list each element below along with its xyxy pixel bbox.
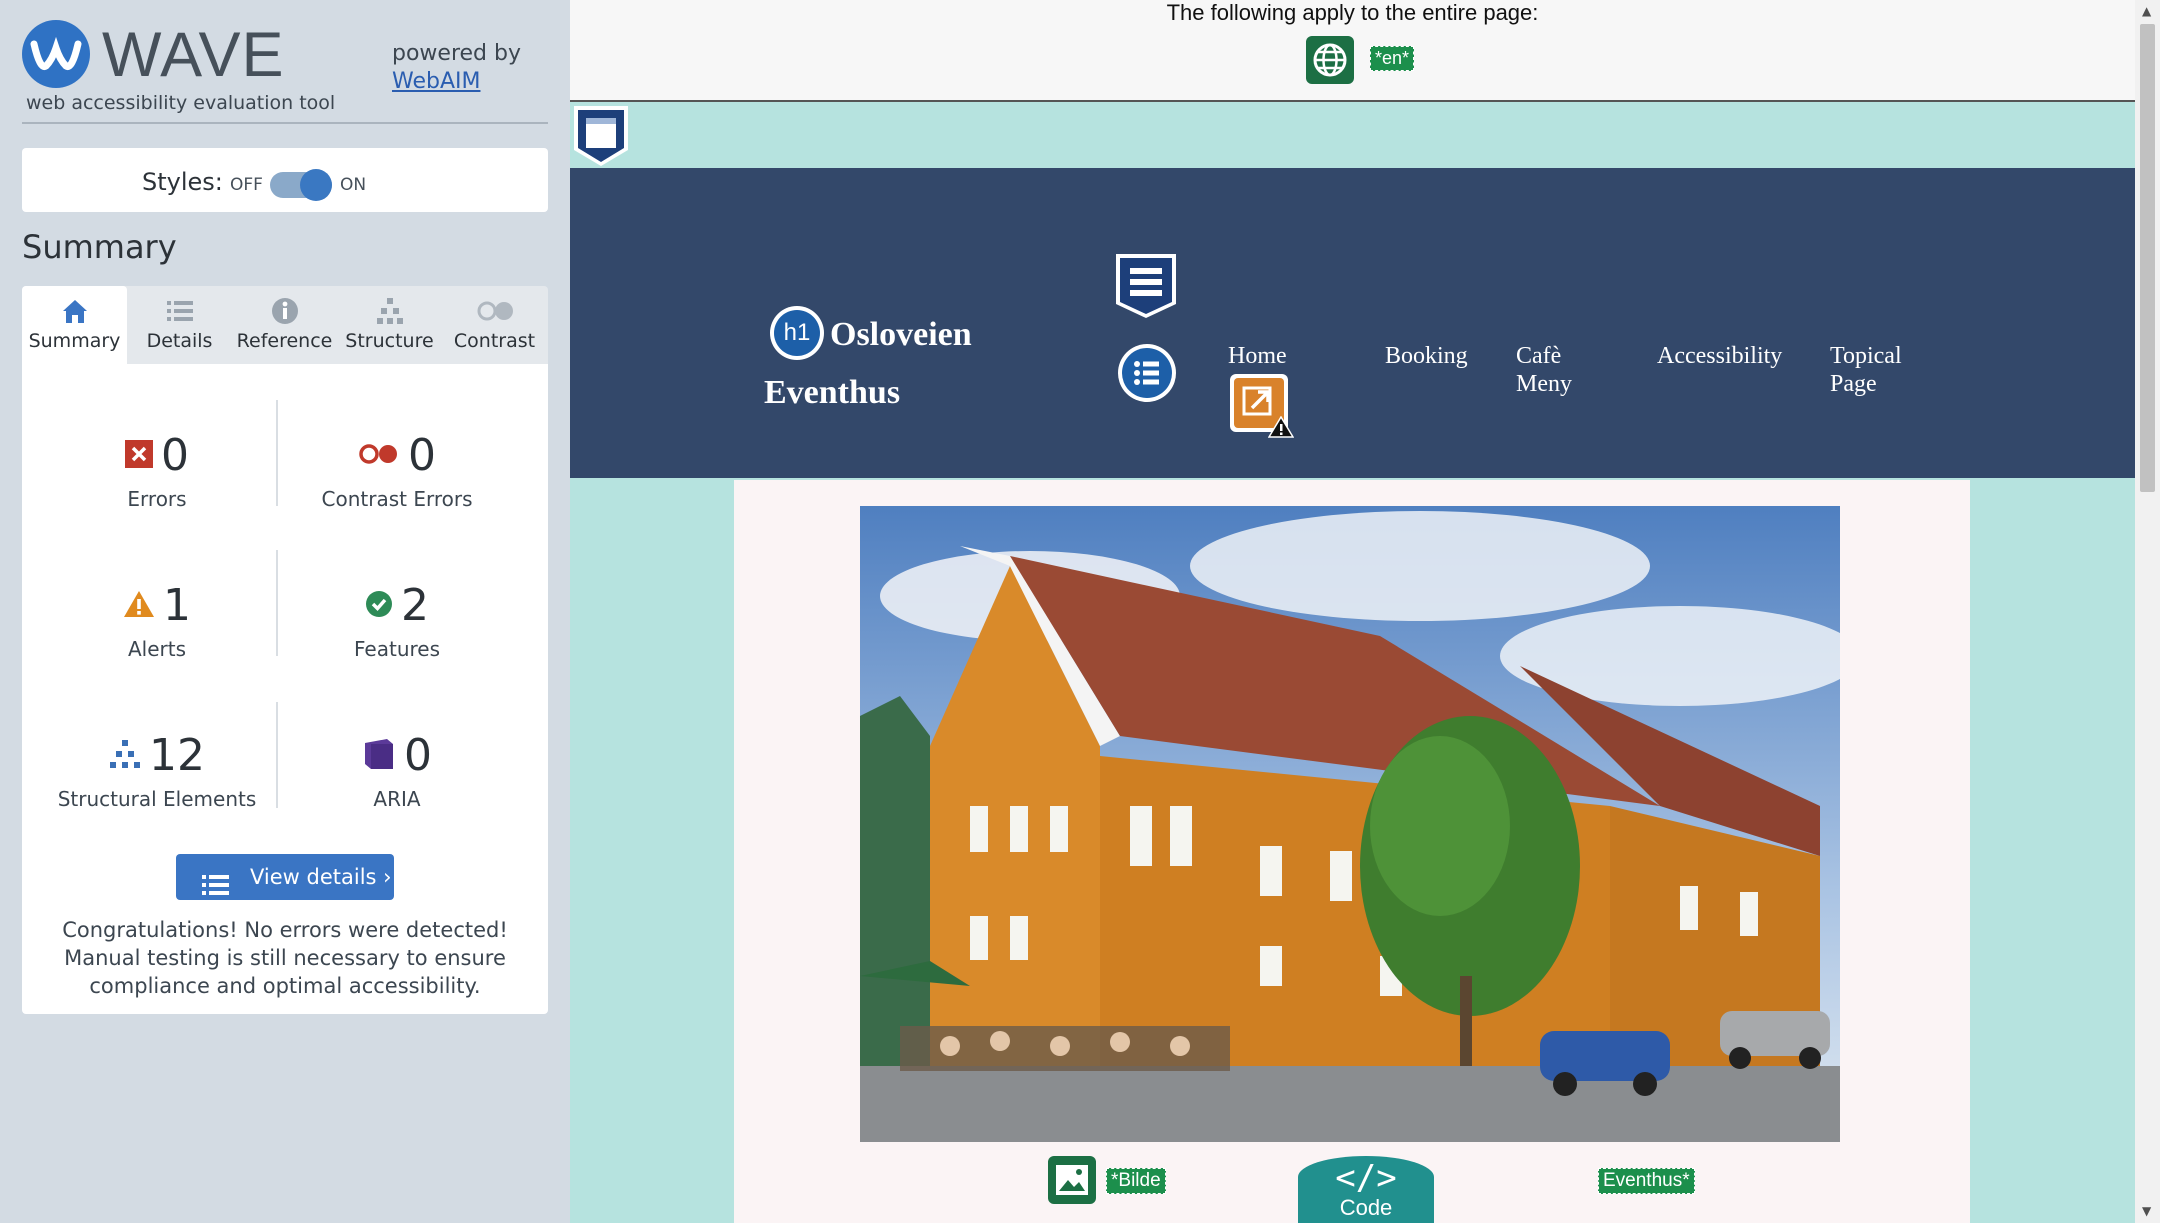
list-icon [127,296,232,326]
code-label: Code [1339,1195,1393,1220]
error-icon [125,439,153,472]
styles-toggle[interactable] [270,169,332,201]
page-scrollbar[interactable]: ▲ ▼ [2135,0,2160,1223]
stat-alerts[interactable]: 1 Alerts [37,580,277,661]
powered-by-label: powered by [392,41,521,66]
errors-label: Errors [127,487,187,511]
wave-sidebar: WAVE web accessibility evaluation tool p… [0,0,570,1223]
alert-icon [123,590,155,622]
page-level-text: The following apply to the entire page: [1166,0,1539,25]
language-globe-icon[interactable] [1306,36,1354,84]
alt-text-badge-left: *Bilde [1106,1168,1166,1194]
congrats-message: Congratulations! No errors were detected… [62,918,508,998]
image-alt-icon[interactable] [1048,1156,1096,1204]
feature-check-icon [365,590,393,622]
stat-structural[interactable]: 12 Structural Elements [37,730,277,811]
scroll-up-arrow-icon[interactable]: ▲ [2142,4,2151,18]
tab-contrast[interactable]: Contrast [442,286,547,364]
stat-contrast-errors[interactable]: 0 Contrast Errors [277,430,517,511]
wave-logo-text: WAVE [102,20,285,90]
tab-reference-label: Reference [236,330,333,352]
nav-cafe-meny[interactable]: Cafè Meny [1516,342,1586,398]
scrollbar-thumb[interactable] [2140,24,2155,492]
alt-text-badge-right: Eventhus* [1598,1168,1695,1194]
nav-topical-page[interactable]: Topical Page [1830,342,1910,398]
stat-aria[interactable]: 0 ARIA [277,730,517,811]
wave-logo-icon [22,20,90,88]
alerts-label: Alerts [127,637,187,661]
info-icon [232,296,337,326]
styles-label: Styles: [142,168,223,196]
errors-count: 0 [161,430,189,481]
scroll-down-arrow-icon[interactable]: ▼ [2142,1204,2151,1218]
divider [22,122,548,124]
code-toggle-button[interactable]: </> Code [1298,1156,1434,1223]
alerts-count: 1 [163,580,191,631]
tab-bar: Summary Details Reference Structure Cont… [22,286,548,364]
tab-structure[interactable]: Structure [337,286,442,364]
view-details-label: View details › [250,865,392,889]
header-region-icon[interactable] [572,104,628,166]
tab-details-label: Details [146,330,213,352]
features-count: 2 [401,580,429,631]
redundant-link-alert-icon[interactable] [1230,374,1294,438]
main-content: *Bilde Eventhus* [734,480,1970,1223]
contrast-errors-count: 0 [408,430,436,481]
structural-label: Structural Elements [57,787,257,811]
tab-contrast-label: Contrast [453,330,536,352]
wave-subtitle: web accessibility evaluation tool [26,92,336,114]
view-details-button[interactable]: View details › [176,854,394,900]
site-header: h1 Osloveien Eventhus Home Booking Cafè … [570,168,2135,478]
structure-icon [109,739,141,773]
evaluated-page: The following apply to the entire page: … [570,0,2135,1223]
webaim-link[interactable]: WebAIM [392,68,521,96]
unordered-list-icon[interactable] [1118,344,1176,402]
language-badge: *en* [1370,46,1415,71]
list-icon [202,866,230,912]
summary-panel: 0 Errors 0 Contrast Errors 1 Alerts 2 Fe… [22,364,548,1014]
contrast-errors-label: Contrast Errors [321,487,473,511]
stat-features[interactable]: 2 Features [277,580,517,661]
summary-heading: Summary [22,228,177,266]
powered-by: powered by WebAIM [392,40,521,96]
nav-booking[interactable]: Booking [1385,342,1468,370]
tab-summary-label: Summary [28,330,121,352]
stat-errors[interactable]: 0 Errors [37,430,277,511]
tab-reference[interactable]: Reference [232,286,337,364]
styles-off-label: OFF [230,175,263,195]
building-photo [860,506,1840,1142]
nav-accessibility[interactable]: Accessibility [1657,342,1782,370]
structural-count: 12 [149,730,205,781]
styles-on-label: ON [340,175,367,195]
contrast-error-icon [358,442,400,470]
tab-summary[interactable]: Summary [22,286,127,364]
page-level-bar: The following apply to the entire page: … [570,0,2135,102]
site-title[interactable]: Osloveien Eventhus [764,306,1064,422]
features-label: Features [354,637,440,661]
toggle-knob [300,169,332,201]
home-icon [22,296,127,326]
tab-details[interactable]: Details [127,286,232,364]
structure-icon [337,296,442,326]
aria-icon [362,737,396,775]
styles-toggle-box: Styles: OFF ON [22,148,548,212]
contrast-icon [442,296,547,326]
aria-label: ARIA [373,787,421,811]
code-icon: </> [1335,1158,1397,1198]
aria-count: 0 [404,730,432,781]
navigation-region-icon[interactable] [1114,252,1178,320]
nav-home[interactable]: Home [1228,342,1287,370]
tab-structure-label: Structure [345,330,434,352]
